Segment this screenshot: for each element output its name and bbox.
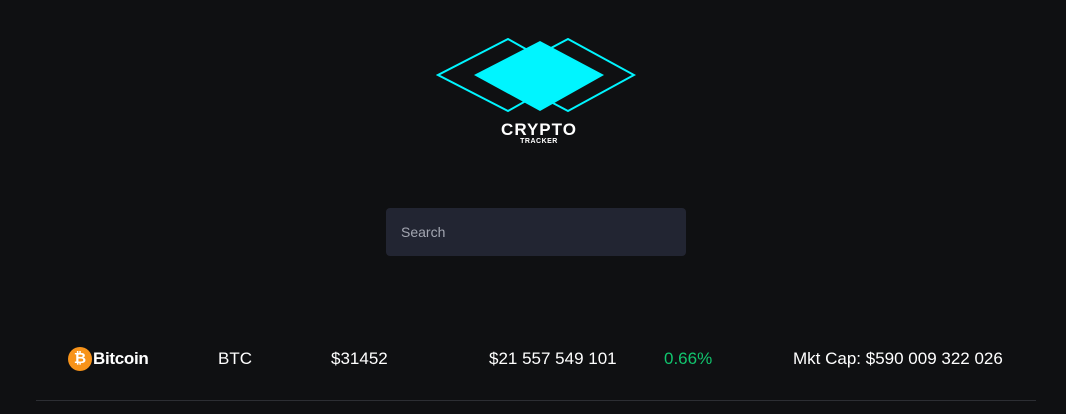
coin-volume: $21 557 549 101 xyxy=(489,349,617,368)
coin-price-change: 0.66% xyxy=(664,349,713,368)
coin-name: Bitcoin xyxy=(93,349,149,368)
logo-title: CRYPTO xyxy=(501,120,577,139)
coin-market-cap: Mkt Cap: $590 009 322 026 xyxy=(793,349,1003,368)
logo-subtitle: TRACKER xyxy=(520,138,558,145)
diamond-logo-icon xyxy=(436,38,636,113)
coin-price: $31452 xyxy=(331,349,388,368)
bitcoin-icon: ₿ xyxy=(68,347,92,371)
search-input[interactable] xyxy=(386,208,686,256)
crypto-tracker-logo: CRYPTO TRACKER xyxy=(436,38,636,150)
coin-row[interactable]: ₿ Bitcoin BTC $31452 $21 557 549 101 0.6… xyxy=(36,340,1036,401)
coin-symbol: BTC xyxy=(218,349,252,368)
crypto-tracker-page: CRYPTO TRACKER ₿ Bitcoin BTC $31452 $21 … xyxy=(0,0,1066,414)
